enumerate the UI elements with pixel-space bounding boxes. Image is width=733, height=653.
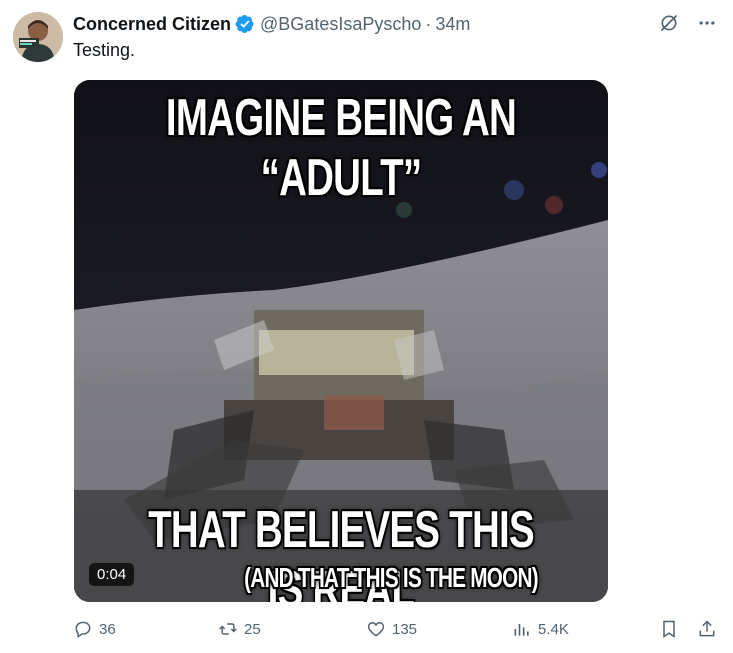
video-duration: 0:04 [89,563,135,586]
like-button[interactable]: 135 [366,619,417,639]
tweet-actions: 36 25 135 5.4K [73,619,719,643]
top-right-actions [658,12,718,34]
bookmark-icon [663,620,675,638]
author-name[interactable]: Concerned Citizen [73,14,231,35]
avatar[interactable] [13,12,63,62]
more-icon[interactable] [696,12,718,34]
share-button[interactable] [697,619,717,639]
retweet-icon [219,623,237,635]
caption-sub: (AND THAT THIS IS THE MOON) [244,562,539,593]
reply-count: 36 [99,620,116,638]
like-icon [367,621,385,637]
reply-icon [75,621,91,638]
grok-icon[interactable] [658,12,680,34]
author-handle[interactable]: @BGatesIsaPyscho [260,14,421,35]
reply-button[interactable]: 36 [73,619,116,639]
bookmark-button[interactable] [659,619,679,639]
views-button[interactable]: 5.4K [512,619,569,639]
retweet-count: 25 [244,620,261,638]
verified-badge-icon [235,14,255,34]
tweet-text: Testing. [73,40,136,60]
tweet-header: Concerned Citizen @BGatesIsaPyscho · 34m [73,12,470,36]
retweet-button[interactable]: 25 [218,619,261,639]
share-icon [699,620,715,637]
view-count: 5.4K [538,620,569,638]
caption-top: IMAGINE BEING AN “ADULT” [165,89,517,207]
timestamp[interactable]: 34m [435,14,470,35]
video-player[interactable]: IMAGINE BEING AN “ADULT” THAT BELIEVES T… [74,80,608,602]
like-count: 135 [392,620,418,638]
views-icon [514,624,529,636]
separator: · [425,13,432,34]
